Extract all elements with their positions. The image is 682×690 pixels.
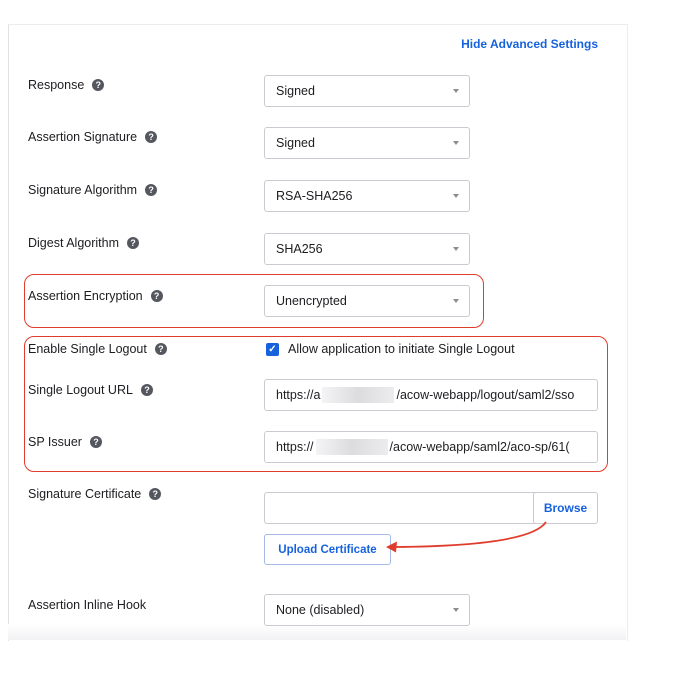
caret-down-icon <box>453 608 459 612</box>
annotation-arrow <box>386 521 547 553</box>
assertion-inline-hook-label: Assertion Inline Hook <box>28 598 147 612</box>
assertion-inline-hook-label-row: Assertion Inline Hook <box>28 598 146 612</box>
assertion-inline-hook-select-value: None (disabled) <box>276 603 365 617</box>
assertion-inline-hook-select[interactable]: None (disabled) <box>264 594 470 626</box>
